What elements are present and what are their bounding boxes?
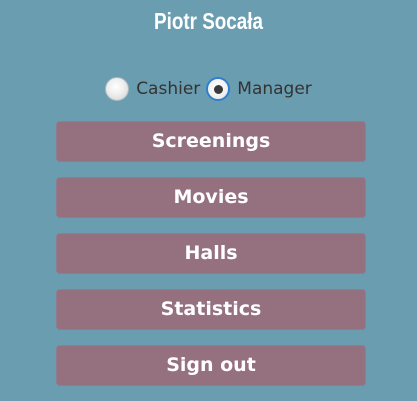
manager-radio[interactable] [206, 77, 231, 101]
role-selector: Cashier Manager [0, 74, 417, 104]
role-option-cashier[interactable]: Cashier [105, 77, 200, 101]
cashier-label: Cashier [136, 79, 201, 99]
user-name: Piotr Socała [153, 8, 264, 34]
statistics-button[interactable]: Statistics [56, 289, 366, 330]
cashier-radio[interactable] [105, 77, 130, 101]
movies-button[interactable]: Movies [56, 177, 366, 218]
manager-label: Manager [237, 79, 312, 99]
screenings-button[interactable]: Screenings [56, 121, 366, 162]
halls-button[interactable]: Halls [56, 233, 366, 274]
main-menu: Screenings Movies Halls Statistics Sign … [56, 121, 366, 401]
sign-out-button[interactable]: Sign out [56, 345, 366, 386]
role-option-manager[interactable]: Manager [206, 77, 312, 101]
